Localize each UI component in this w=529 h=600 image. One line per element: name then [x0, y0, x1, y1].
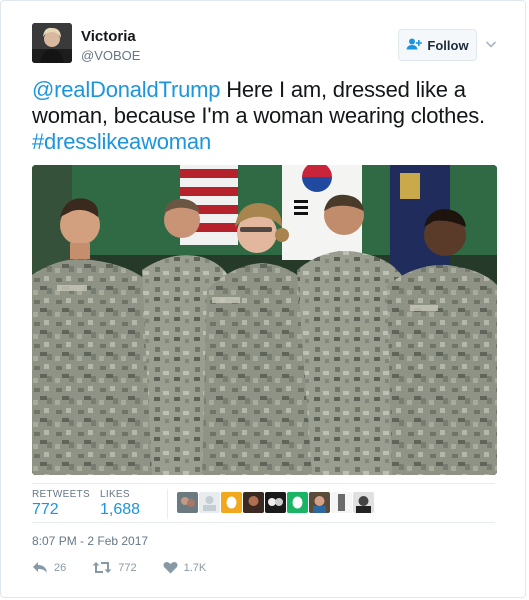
liker-avatar[interactable]	[221, 492, 242, 513]
retweets-count[interactable]: 772	[32, 501, 59, 519]
retweet-count: 772	[118, 561, 137, 574]
liker-avatar[interactable]	[287, 492, 308, 513]
retweets-label: RETWEETS	[32, 489, 90, 500]
user-handle[interactable]: @VOBOE	[81, 48, 140, 63]
liker-avatar[interactable]	[177, 492, 198, 513]
heart-icon	[163, 561, 178, 574]
likes-label: LIKES	[100, 489, 130, 500]
tweet-card: Victoria @VOBOE Follow @realDonaldTrump …	[0, 0, 526, 598]
user-name[interactable]: Victoria	[81, 28, 136, 45]
mention-link[interactable]: @realDonaldTrump	[32, 77, 220, 102]
tweet-photo[interactable]	[32, 165, 497, 475]
liker-avatar[interactable]	[199, 492, 220, 513]
liker-avatar[interactable]	[353, 492, 374, 513]
retweet-button[interactable]: 772	[92, 561, 137, 574]
tweet-actions: 26 772 1.7K	[32, 561, 232, 574]
follow-label: Follow	[427, 37, 469, 53]
liker-avatar[interactable]	[243, 492, 264, 513]
chevron-down-icon[interactable]	[484, 37, 498, 51]
tweet-timestamp[interactable]: 8:07 PM - 2 Feb 2017	[32, 534, 148, 548]
follow-button[interactable]: Follow	[398, 29, 477, 61]
liker-avatar[interactable]	[265, 492, 286, 513]
liker-avatar[interactable]	[331, 492, 352, 513]
stats-divider-bottom	[32, 522, 495, 523]
likes-count[interactable]: 1,688	[100, 501, 140, 519]
liker-avatar[interactable]	[309, 492, 330, 513]
retweet-icon	[92, 561, 112, 574]
like-count: 1.7K	[183, 561, 207, 574]
tweet-text: @realDonaldTrump Here I am, dressed like…	[32, 77, 502, 155]
reply-count: 26	[54, 561, 67, 574]
stats-divider-top	[32, 483, 495, 484]
liker-avatars	[177, 492, 374, 513]
hashtag-link[interactable]: #dresslikeawoman	[32, 129, 211, 154]
reply-button[interactable]: 26	[32, 561, 66, 574]
stats-vertical-divider	[167, 489, 168, 519]
reply-icon	[32, 561, 48, 574]
add-user-icon	[406, 38, 423, 53]
like-button[interactable]: 1.7K	[163, 561, 207, 574]
avatar[interactable]	[32, 23, 72, 63]
